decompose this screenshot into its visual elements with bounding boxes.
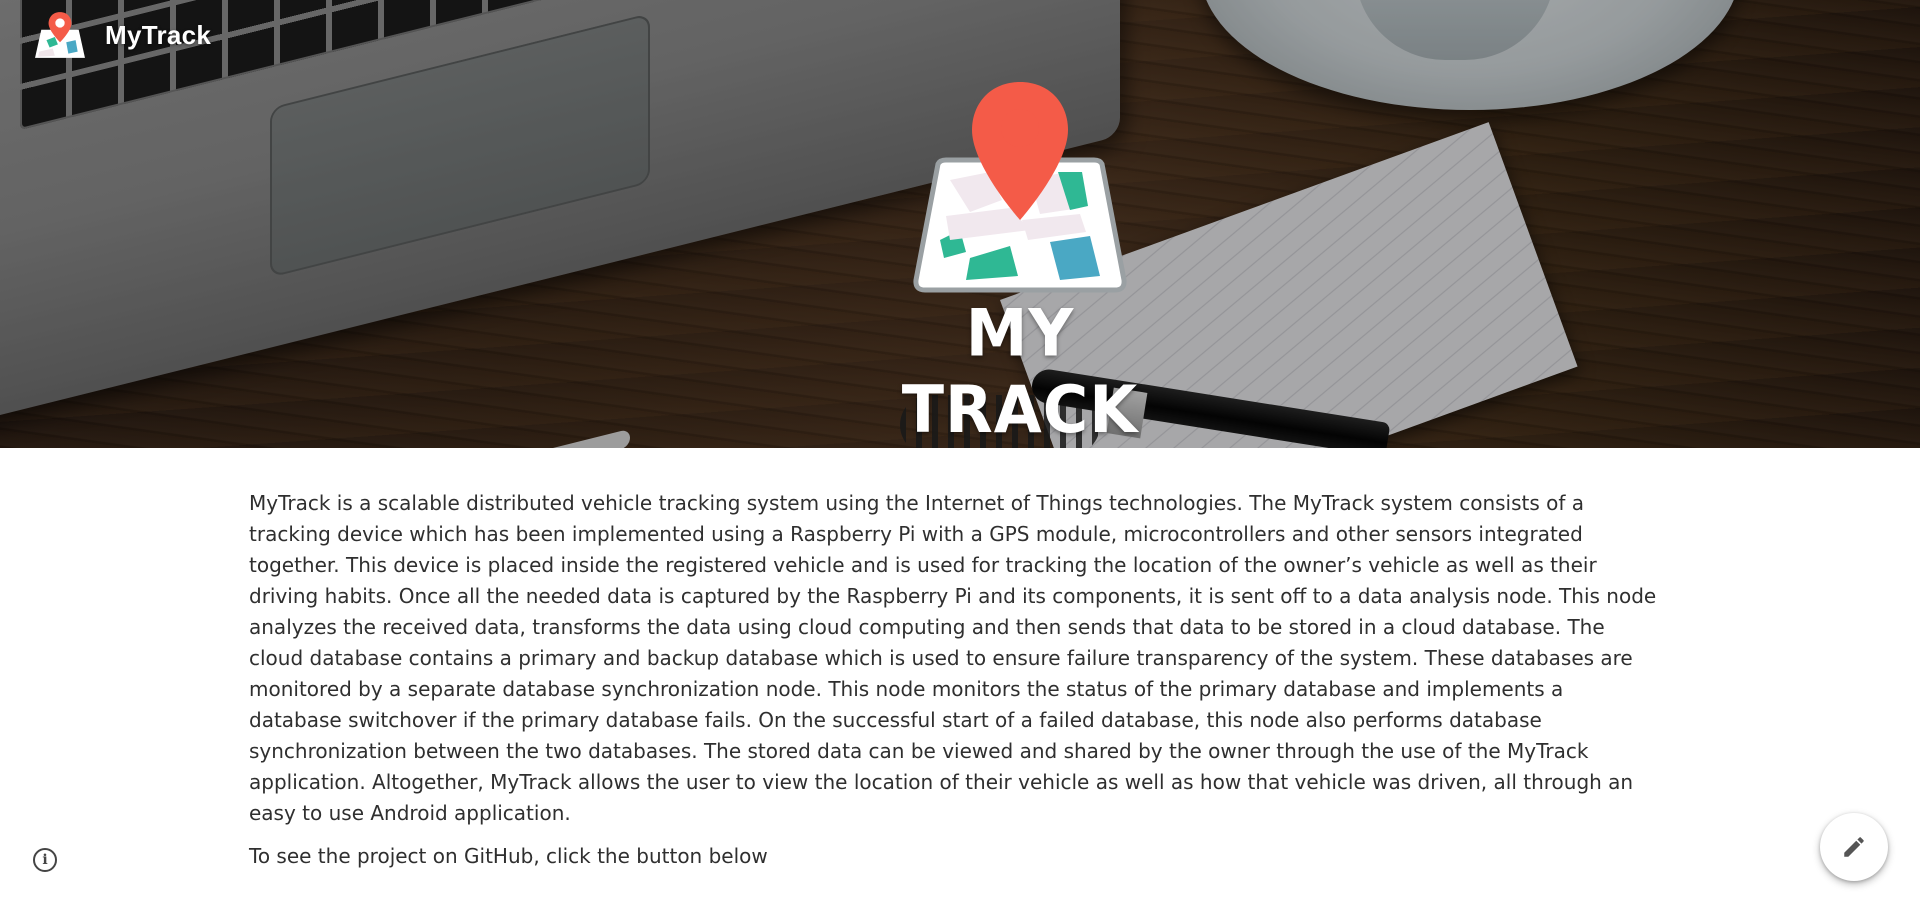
brand-name[interactable]: MyTrack <box>105 20 211 51</box>
map-pin-logo-icon <box>913 82 1127 293</box>
hero-banner: MyTrack MY TRACK <box>0 0 1920 448</box>
pencil-icon <box>1844 837 1864 857</box>
info-icon[interactable]: i <box>33 848 57 872</box>
main-content: MyTrack is a scalable distributed vehicl… <box>249 488 1659 872</box>
brand-logo-icon[interactable] <box>34 10 86 62</box>
info-glyph: i <box>42 852 48 868</box>
hero-title: MY TRACK <box>901 294 1139 448</box>
project-description: MyTrack is a scalable distributed vehicl… <box>249 491 1657 825</box>
github-note: To see the project on GitHub, click the … <box>249 844 768 868</box>
edit-button[interactable] <box>1820 813 1888 881</box>
